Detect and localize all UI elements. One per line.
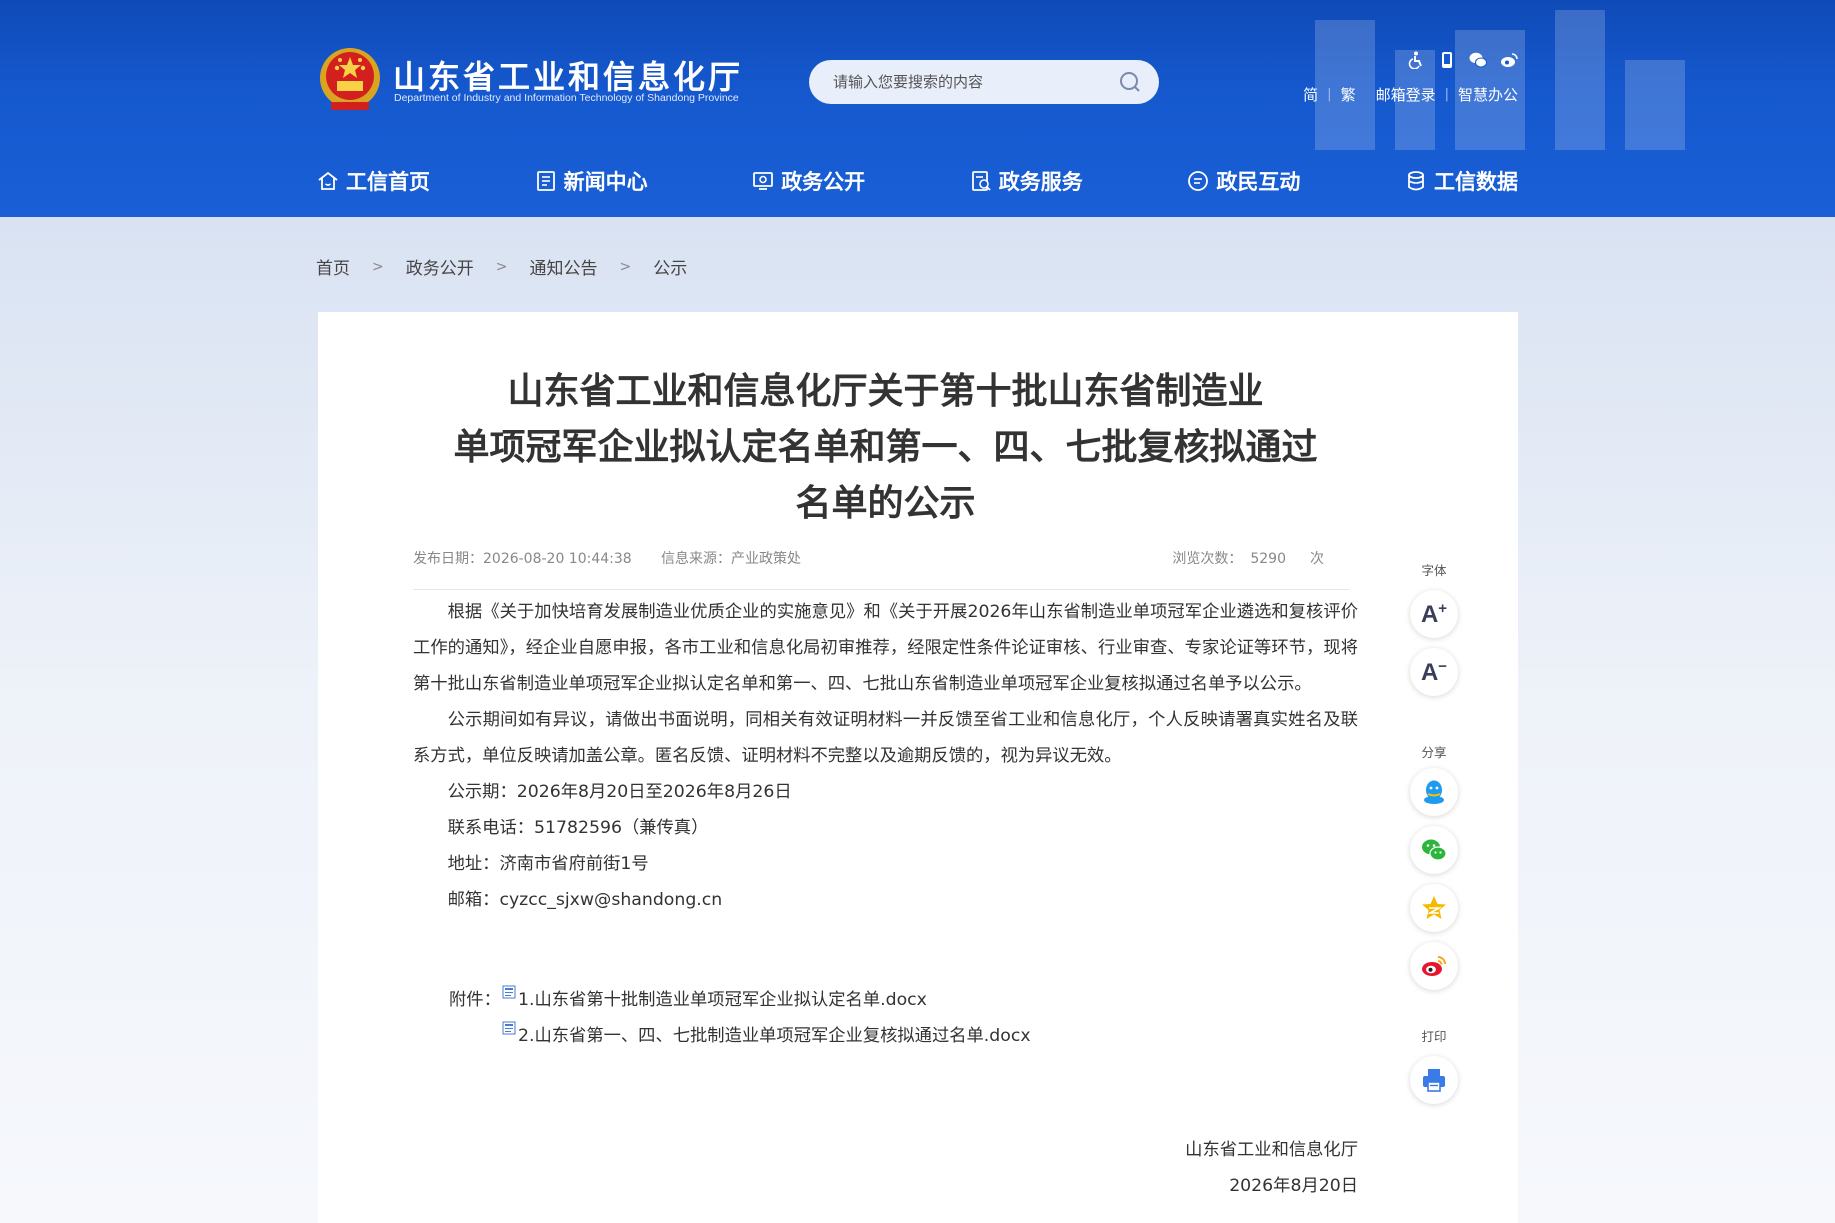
qq-icon [1424,780,1444,804]
printer-icon [1423,1069,1445,1092]
news-icon [536,171,555,191]
wechat-icon [1422,839,1447,861]
search-icon[interactable] [1119,71,1141,93]
breadcrumb-home[interactable]: 首页 [316,254,350,279]
article-title: 山东省工业和信息化厅关于第十批山东省制造业 单项冠军企业拟认定名单和第一、四、七… [318,364,1453,532]
print-tool-label: 打印 [1421,1029,1447,1044]
font-increase-icon: A+ [1420,599,1448,628]
smart-office-link[interactable]: 智慧办公 [1458,84,1518,105]
nav-label: 工信数据 [1433,170,1518,194]
article-tools: 字体 A+ A− 分享 打印 [1410,562,1458,1104]
divider: | [1444,87,1449,102]
simplified-chinese-link[interactable]: 简 [1303,84,1318,105]
body-paragraph: 根据《关于加快培育发展制造业优质企业的实施意见》和《关于开展2026年山东省制造… [413,602,1358,694]
site-header: 山东省工业和信息化厅 Department of Industry and In… [0,0,1835,217]
contact-phone: 联系电话：51782596（兼传真） [447,818,709,838]
wechat-icon[interactable] [1469,51,1487,69]
signature-org: 山东省工业和信息化厅 [1185,1140,1358,1160]
info-source: 信息来源：产业政策处 [661,551,801,567]
font-tool-label: 字体 [1421,563,1447,578]
nav-label: 工信首页 [346,170,430,194]
attachments-label: 附件： [449,990,501,1010]
nav-label: 新闻中心 [563,170,648,194]
view-count: 浏览次数： 5290 次 [1172,551,1324,567]
article-meta: 发布日期：2026-08-20 10:44:38 信息来源：产业政策处 浏览次数… [413,548,1348,570]
share-qzone-button[interactable] [1410,884,1458,932]
breadcrumb-gov-open[interactable]: 政务公开 [406,254,474,279]
breadcrumb-separator: > [495,258,508,275]
top-links: 简 | 繁 邮箱登录 | 智慧办公 [1303,84,1518,105]
breadcrumb-separator: > [619,258,632,275]
share-wechat-button[interactable] [1410,826,1458,874]
share-qq-button[interactable] [1410,768,1458,816]
breadcrumb: 首页 > 政务公开 > 通知公告 > 公示 [316,254,687,280]
nav-item-home[interactable]: 工信首页 [317,166,430,196]
nav-item-gov-service[interactable]: 政务服务 [970,166,1083,196]
font-increase-button[interactable]: A+ [1410,590,1458,638]
nav-item-news[interactable]: 新闻中心 [535,166,648,196]
font-decrease-icon: A− [1420,657,1448,686]
breadcrumb-notices[interactable]: 通知公告 [529,254,597,279]
print-button[interactable] [1410,1056,1458,1104]
publish-date: 发布日期：2026-08-20 10:44:38 [413,551,632,567]
gov-service-icon [971,171,991,191]
nav-item-gov-open[interactable]: 政务公开 [752,166,865,196]
nav-label: 政民互动 [1216,170,1301,194]
attachment-link[interactable]: 2.山东省第一、四、七批制造业单项冠军企业复核拟通过名单.docx [502,1018,1031,1054]
qzone-icon [1422,896,1446,919]
doc-file-icon [502,1021,516,1035]
email: 邮箱：cyzcc_sjxw@shandong.cn [447,890,723,910]
title-line: 名单的公示 [795,483,976,524]
database-icon [1408,171,1424,191]
signature-date: 2026年8月20日 [1229,1176,1358,1196]
article-body: 根据《关于加快培育发展制造业优质企业的实施意见》和《关于开展2026年山东省制造… [413,594,1358,918]
mail-login-link[interactable]: 邮箱登录 [1376,84,1436,105]
main-nav: 工信首页 新闻中心 政务公开 政务服务 政民互动 工信数据 [317,164,1518,198]
attachment-link[interactable]: 1.山东省第十批制造业单项冠军企业拟认定名单.docx [502,982,1031,1018]
notice-period: 公示期：2026年8月20日至2026年8月26日 [447,782,792,802]
nav-label: 政务服务 [998,170,1083,194]
mobile-icon[interactable] [1438,51,1456,69]
home-icon [318,171,338,190]
national-emblem-logo [320,48,380,110]
body-paragraph: 公示期间如有异议，请做出书面说明，同相关有效证明材料一并反馈至省工业和信息化厅，… [413,710,1358,766]
nav-item-interaction[interactable]: 政民互动 [1187,166,1300,196]
address: 地址：济南市省府前街1号 [447,854,649,874]
signature: 山东省工业和信息化厅 2026年8月20日 [1185,1132,1358,1204]
share-tool-label: 分享 [1421,745,1447,760]
breadcrumb-current[interactable]: 公示 [653,254,687,279]
nav-label: 政务公开 [781,170,866,194]
doc-file-icon [502,985,516,999]
weibo-icon[interactable] [1500,51,1518,69]
title-line: 单项冠军企业拟认定名单和第一、四、七批复核拟通过 [453,427,1318,468]
search-input[interactable] [833,60,1103,104]
title-line: 山东省工业和信息化厅关于第十批山东省制造业 [507,371,1264,412]
interaction-icon [1188,171,1209,191]
weibo-icon [1422,956,1446,976]
site-subtitle: Department of Industry and Information T… [394,92,739,104]
accessibility-icon[interactable] [1407,51,1425,70]
traditional-chinese-link[interactable]: 繁 [1341,84,1356,105]
top-icon-bar [1407,51,1518,70]
breadcrumb-separator: > [372,258,384,275]
divider: | [1327,87,1332,102]
share-weibo-button[interactable] [1410,942,1458,990]
gov-open-icon [753,172,774,190]
font-decrease-button[interactable]: A− [1410,648,1458,696]
search-box [809,60,1159,104]
meta-divider [413,589,1349,590]
article-card: 山东省工业和信息化厅关于第十批山东省制造业 单项冠军企业拟认定名单和第一、四、七… [318,312,1518,1223]
nav-item-data[interactable]: 工信数据 [1405,166,1518,196]
